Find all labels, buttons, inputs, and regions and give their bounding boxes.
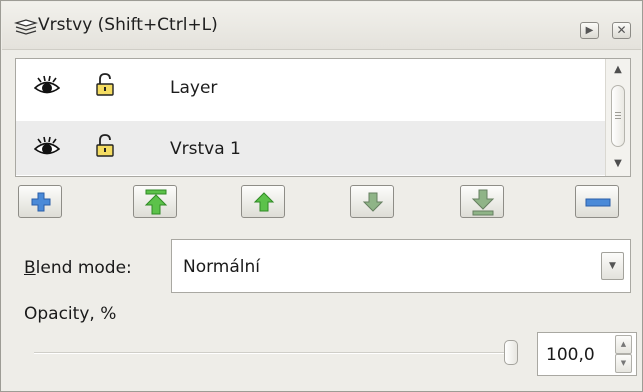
layer-name: Layer xyxy=(170,78,218,98)
remove-layer-button[interactable] xyxy=(575,185,619,218)
dock-icon: ▶ xyxy=(585,25,594,36)
dialog-title: Vrstvy (Shift+Ctrl+L) xyxy=(38,15,218,35)
grip-icon xyxy=(615,112,621,119)
opacity-label: Opacity, % xyxy=(24,304,117,324)
plus-icon xyxy=(31,192,51,212)
spin-up-icon[interactable]: ▲ xyxy=(615,335,632,354)
blend-mode-label: Blend mode: xyxy=(24,258,132,278)
chevron-down-icon[interactable]: ▼ xyxy=(601,252,624,280)
scroll-down-icon[interactable]: ▼ xyxy=(606,155,630,173)
layer-row[interactable]: Layer xyxy=(16,60,605,114)
layers-scrollbar[interactable]: ▲ ▼ xyxy=(605,59,630,176)
close-icon: ✕ xyxy=(616,23,627,37)
unlocked-icon[interactable] xyxy=(95,73,115,97)
minus-icon xyxy=(585,198,611,207)
layer-row-selected[interactable]: Vrstva 1 xyxy=(16,121,605,175)
opacity-slider[interactable] xyxy=(34,352,518,354)
eye-icon[interactable] xyxy=(34,136,60,158)
eye-icon[interactable] xyxy=(34,75,60,97)
close-button[interactable]: ✕ xyxy=(612,22,631,39)
blend-mode-mnemonic: B xyxy=(24,258,36,278)
raise-to-top-icon xyxy=(144,189,168,215)
lower-to-bottom-button[interactable] xyxy=(460,185,504,218)
blend-mode-value: Normální xyxy=(183,257,261,277)
layer-name: Vrstva 1 xyxy=(170,139,241,159)
scroll-thumb[interactable] xyxy=(611,85,625,147)
layers-list: Layer Vrstva 1 ▲ ▼ xyxy=(15,58,631,177)
opacity-value[interactable]: 100,0 xyxy=(546,345,595,365)
scroll-up-icon[interactable]: ▲ xyxy=(606,61,630,79)
arrow-down-icon xyxy=(362,192,384,212)
add-layer-button[interactable] xyxy=(18,185,62,218)
opacity-spinbox[interactable]: 100,0 ▲ ▼ xyxy=(537,332,637,376)
arrow-up-icon xyxy=(253,192,275,212)
blend-mode-label-text: lend mode: xyxy=(35,258,132,278)
unlocked-icon[interactable] xyxy=(95,134,115,158)
blend-mode-select[interactable]: Normální ▼ xyxy=(171,239,631,293)
raise-to-top-button[interactable] xyxy=(133,185,177,218)
layers-icon xyxy=(14,19,38,35)
dock-button[interactable]: ▶ xyxy=(580,22,599,39)
lower-to-bottom-icon xyxy=(471,189,495,216)
opacity-slider-thumb[interactable] xyxy=(504,340,518,365)
dialog-titlebar: Vrstvy (Shift+Ctrl+L) ▶ ✕ xyxy=(2,2,641,50)
lower-layer-button[interactable] xyxy=(350,185,394,218)
layers-dialog: Vrstvy (Shift+Ctrl+L) ▶ ✕ Layer Vrstva 1… xyxy=(0,0,643,392)
raise-layer-button[interactable] xyxy=(241,185,285,218)
spin-down-icon[interactable]: ▼ xyxy=(615,354,632,373)
